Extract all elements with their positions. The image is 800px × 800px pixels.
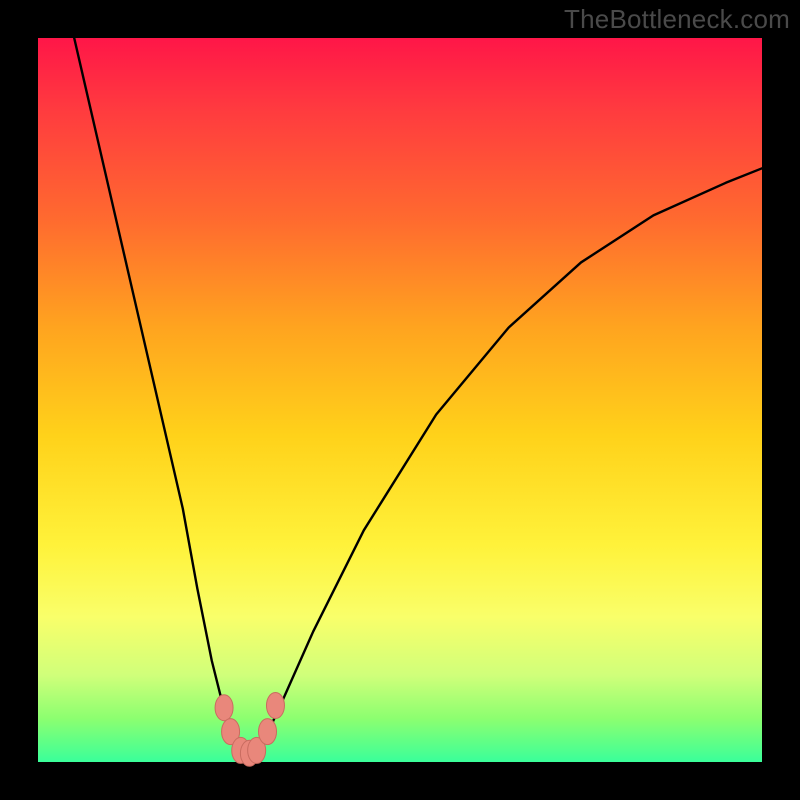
bottleneck-curve: [74, 38, 762, 755]
watermark-text: TheBottleneck.com: [564, 4, 790, 35]
chart-svg: [38, 38, 762, 762]
valley-markers: [215, 693, 284, 767]
plot-area: [38, 38, 762, 762]
marker-left-shoulder-top: [215, 695, 233, 721]
marker-right-shoulder-top: [266, 693, 284, 719]
marker-right-shoulder-bottom: [259, 719, 277, 745]
chart-frame: TheBottleneck.com: [0, 0, 800, 800]
